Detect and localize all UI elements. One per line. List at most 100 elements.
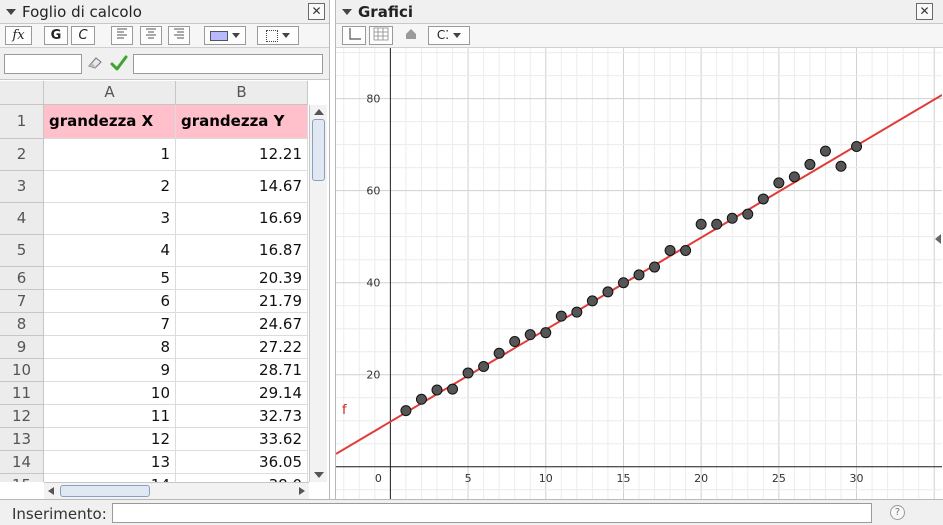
close-icon[interactable]: ✕ [308, 3, 325, 20]
cell-a[interactable]: 1 [44, 139, 176, 171]
cell-b[interactable]: 29.14 [176, 382, 308, 405]
cell-b[interactable]: 21.79 [176, 290, 308, 313]
row-number[interactable]: 13 [0, 428, 44, 451]
cell-name-field[interactable] [4, 54, 82, 74]
column-header-a[interactable]: A [44, 81, 176, 105]
row-number[interactable]: 6 [0, 267, 44, 290]
cell-b[interactable]: 24.67 [176, 313, 308, 336]
scroll-up-icon[interactable] [314, 109, 324, 115]
italic-button[interactable]: C [71, 26, 95, 45]
grid-toggle-icon[interactable] [369, 26, 393, 45]
confirm-check-icon[interactable] [110, 55, 128, 71]
close-icon[interactable]: ✕ [916, 3, 933, 20]
horizontal-scrollbar[interactable] [44, 482, 309, 499]
data-point [757, 193, 769, 205]
cell-a[interactable]: 3 [44, 203, 176, 235]
scroll-right-icon[interactable] [299, 487, 305, 495]
row-number[interactable]: 1 [0, 105, 44, 139]
collapse-triangle-icon[interactable] [342, 9, 352, 15]
scroll-left-icon[interactable] [48, 487, 54, 495]
border-style-button[interactable] [257, 26, 299, 45]
expand-sidebar-icon[interactable] [935, 234, 941, 244]
row-number[interactable]: 10 [0, 359, 44, 382]
column-header-b[interactable]: B [176, 81, 308, 105]
spreadsheet-panel: Foglio di calcolo ✕ fx G C A B 1 grandez… [0, 0, 330, 499]
y-tick-label: 40 [366, 277, 380, 290]
formula-input[interactable] [133, 54, 323, 74]
cell-a[interactable]: grandezza X [44, 105, 176, 139]
cell-b[interactable]: 12.21 [176, 139, 308, 171]
cell-b[interactable]: 16.69 [176, 203, 308, 235]
sheet-corner[interactable] [0, 81, 44, 105]
input-field[interactable] [112, 503, 872, 523]
cell-b[interactable]: 28.71 [176, 359, 308, 382]
vertical-scrollbar[interactable] [309, 105, 327, 482]
cell-a[interactable]: 11 [44, 405, 176, 428]
function-button[interactable]: fx [5, 26, 32, 45]
collapse-triangle-icon[interactable] [6, 9, 16, 15]
graphics-title: Grafici [358, 3, 413, 21]
help-icon[interactable]: ? [890, 505, 905, 520]
cell-a[interactable]: 2 [44, 171, 176, 203]
align-right-icon[interactable] [168, 26, 190, 45]
cell-a[interactable]: 8 [44, 336, 176, 359]
row-number[interactable]: 14 [0, 451, 44, 474]
table-row: 4 3 16.69 [0, 203, 308, 235]
data-point [462, 367, 474, 379]
cell-b[interactable]: 32.73 [176, 405, 308, 428]
y-tick-label: 20 [366, 369, 380, 382]
data-point [773, 177, 785, 189]
align-left-icon[interactable] [111, 26, 133, 45]
formula-bar [0, 48, 329, 80]
x-tick-label: 5 [465, 472, 472, 485]
cell-a[interactable]: 12 [44, 428, 176, 451]
row-number[interactable]: 11 [0, 382, 44, 405]
cell-a[interactable]: 7 [44, 313, 176, 336]
table-row: 13 12 33.62 [0, 428, 308, 451]
cell-b[interactable]: 36.05 [176, 451, 308, 474]
row-number[interactable]: 5 [0, 235, 44, 267]
row-number[interactable]: 2 [0, 139, 44, 171]
y-tick-label: 80 [366, 93, 380, 106]
cell-a[interactable]: 9 [44, 359, 176, 382]
graphics-panel: Grafici ✕ C⁚ 0 5 10 15 20 25 30 20 40 60 80 f [335, 0, 943, 499]
scroll-down-icon[interactable] [314, 472, 324, 478]
cell-a[interactable]: 14 [44, 474, 176, 482]
spreadsheet-title: Foglio di calcolo [22, 3, 142, 21]
home-icon[interactable] [399, 26, 423, 45]
table-row: 8 7 24.67 [0, 313, 308, 336]
eraser-icon[interactable] [87, 56, 103, 70]
data-point [788, 171, 800, 183]
cell-a[interactable]: 13 [44, 451, 176, 474]
cell-b[interactable]: grandezza Y [176, 105, 308, 139]
cell-a[interactable]: 5 [44, 267, 176, 290]
row-number[interactable]: 12 [0, 405, 44, 428]
cell-b[interactable]: 33.62 [176, 428, 308, 451]
vertical-scroll-thumb[interactable] [312, 119, 325, 181]
point-capture-button[interactable]: C⁚ [428, 26, 470, 45]
table-row: 14 13 36.05 [0, 451, 308, 474]
bold-button[interactable]: G [44, 26, 68, 45]
x-tick-label: 30 [850, 472, 864, 485]
cell-b[interactable]: 20.39 [176, 267, 308, 290]
row-number[interactable]: 15 [0, 474, 44, 482]
data-point [602, 286, 614, 298]
cell-a[interactable]: 6 [44, 290, 176, 313]
row-number[interactable]: 4 [0, 203, 44, 235]
cell-b[interactable]: 14.67 [176, 171, 308, 203]
graphics-view[interactable]: 0 5 10 15 20 25 30 20 40 60 80 f [336, 48, 942, 499]
background-color-button[interactable] [204, 26, 246, 45]
horizontal-scroll-thumb[interactable] [60, 485, 150, 497]
row-number[interactable]: 7 [0, 290, 44, 313]
cell-a[interactable]: 10 [44, 382, 176, 405]
cell-a[interactable]: 4 [44, 235, 176, 267]
cell-b[interactable]: 16.87 [176, 235, 308, 267]
row-number[interactable]: 3 [0, 171, 44, 203]
cell-b[interactable]: 27.22 [176, 336, 308, 359]
cell-b[interactable]: 38.0 [176, 474, 308, 482]
data-point [478, 361, 490, 373]
row-number[interactable]: 8 [0, 313, 44, 336]
row-number[interactable]: 9 [0, 336, 44, 359]
axes-toggle-icon[interactable] [342, 26, 366, 45]
align-center-icon[interactable] [140, 26, 162, 45]
